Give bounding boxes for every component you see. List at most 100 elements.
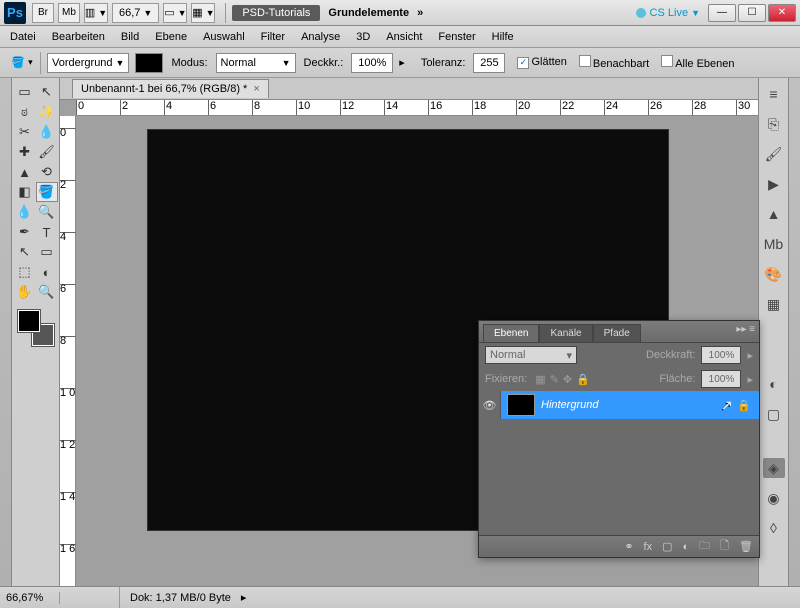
foreground-dropdown[interactable]: Vordergrund▼ — [47, 53, 129, 73]
menu-bild[interactable]: Bild — [121, 31, 139, 43]
3d-cam-tool[interactable]: ◐ — [36, 262, 58, 282]
layer-lock-icon[interactable]: 🔒 — [737, 399, 751, 412]
shape-tool[interactable]: ▭ — [36, 242, 58, 262]
opacity-slider-icon[interactable]: ▸ — [747, 349, 753, 362]
layers-panel-icon[interactable]: ◈ — [763, 458, 785, 478]
history-panel-icon[interactable]: ≡ — [763, 84, 785, 104]
layer-name[interactable]: Hintergrund — [541, 399, 725, 411]
wand-tool[interactable]: ✨ — [36, 102, 58, 122]
layer-opacity-field[interactable]: 100% — [701, 346, 741, 364]
menu-ansicht[interactable]: Ansicht — [386, 31, 422, 43]
lock-buttons[interactable]: ▦✎✥🔒 — [533, 373, 592, 386]
tolerance-field[interactable]: 255 — [473, 53, 505, 73]
play-panel-icon[interactable]: ▶ — [763, 174, 785, 194]
masks-panel-icon[interactable]: ▢ — [763, 404, 785, 424]
ruler-horizontal[interactable]: 024681012141618202224262830 — [76, 100, 758, 116]
workspace-more-icon[interactable]: » — [417, 7, 423, 19]
zoom-tool[interactable]: 🔍 — [36, 282, 58, 302]
tab-ebenen[interactable]: Ebenen — [483, 324, 539, 342]
fill-color-swatch[interactable] — [135, 53, 163, 73]
history-tool[interactable]: ⟲ — [36, 162, 58, 182]
status-flyout-icon[interactable]: ▸ — [241, 591, 247, 604]
layer-row[interactable]: 👁 Hintergrund 🔒 — [479, 391, 759, 419]
alllayers-checkbox[interactable] — [661, 55, 673, 67]
document-tab[interactable]: Unbenannt-1 bei 66,7% (RGB/8) *× — [72, 79, 269, 98]
menu-ebene[interactable]: Ebene — [155, 31, 187, 43]
stamp-tool[interactable]: ▲ — [14, 162, 36, 182]
fill-slider-icon[interactable]: ▸ — [747, 373, 753, 386]
move-tool2[interactable]: ↖ — [36, 82, 58, 102]
workspace-badge[interactable]: PSD-Tutorials — [232, 5, 320, 21]
minimize-button[interactable]: — — [708, 4, 736, 22]
zoom-field[interactable]: 66,7▼ — [112, 3, 159, 23]
panel-menu-icon[interactable]: ▸▸ ≡ — [736, 324, 755, 335]
left-rail[interactable] — [0, 78, 12, 586]
brush-tool[interactable]: 🖌 — [36, 142, 58, 162]
paths-panel-icon[interactable]: ◊ — [763, 518, 785, 538]
minibridge-button[interactable]: Mb — [58, 3, 80, 23]
ruler-vertical[interactable]: 024681 01 21 41 6 — [60, 116, 76, 586]
mb-panel-icon[interactable]: Mb — [763, 234, 785, 254]
workspace-preset[interactable]: Grundelemente — [328, 7, 409, 19]
bridge-button[interactable]: Br — [32, 3, 54, 23]
menu-hilfe[interactable]: Hilfe — [492, 31, 514, 43]
color-swatches[interactable] — [18, 310, 54, 346]
status-doc-size[interactable]: Dok: 1,37 MB/0 Byte — [120, 592, 241, 604]
opacity-flyout-icon[interactable]: ▸ — [399, 56, 405, 69]
bucket-tool[interactable]: 🪣 — [36, 182, 58, 202]
menu-fenster[interactable]: Fenster — [438, 31, 475, 43]
cs-live-button[interactable]: CS Live▼ — [636, 7, 700, 19]
link-layers-icon[interactable]: ⚭ — [624, 540, 633, 553]
status-zoom[interactable]: 66,67% — [0, 592, 60, 604]
close-button[interactable]: ✕ — [768, 4, 796, 22]
dodge-tool[interactable]: 🔍 — [36, 202, 58, 222]
menu-filter[interactable]: Filter — [261, 31, 285, 43]
menu-datei[interactable]: Datei — [10, 31, 36, 43]
layer-mask-icon[interactable]: ▢ — [662, 540, 672, 553]
color-panel-icon[interactable]: 🎨 — [763, 264, 785, 284]
adjustments-panel-icon[interactable]: ◐ — [763, 374, 785, 394]
channels-panel-icon[interactable]: ◉ — [763, 488, 785, 508]
maximize-button[interactable]: ☐ — [738, 4, 766, 22]
layer-style-icon[interactable]: fx — [644, 541, 653, 553]
right-rail[interactable] — [788, 78, 800, 586]
pen-tool[interactable]: ✒ — [14, 222, 36, 242]
healing-tool[interactable]: ✚ — [14, 142, 36, 162]
new-layer-icon[interactable]: 🗋 — [720, 537, 729, 556]
hand-tool[interactable]: ✋ — [14, 282, 36, 302]
menu-3d[interactable]: 3D — [356, 31, 370, 43]
move-tool[interactable]: ▭ — [14, 82, 36, 102]
blur-tool[interactable]: 💧 — [14, 202, 36, 222]
eraser-tool[interactable]: ◧ — [14, 182, 36, 202]
close-tab-icon[interactable]: × — [253, 83, 259, 95]
menu-analyse[interactable]: Analyse — [301, 31, 340, 43]
screen-mode-button[interactable]: ▭▼ — [163, 3, 187, 23]
crop-tool[interactable]: ✂ — [14, 122, 36, 142]
eyedropper-tool[interactable]: 💧 — [36, 122, 58, 142]
swatches-panel-icon[interactable]: ▦ — [763, 294, 785, 314]
tab-pfade[interactable]: Pfade — [593, 324, 641, 342]
bucket-tool-icon[interactable]: 🪣▾ — [10, 53, 34, 73]
menu-bearbeiten[interactable]: Bearbeiten — [52, 31, 105, 43]
tab-kanale[interactable]: Kanäle — [539, 324, 592, 342]
antialias-checkbox[interactable]: ✓ — [517, 57, 529, 69]
blend-mode-dropdown[interactable]: Normal▾ — [485, 346, 577, 364]
layer-thumbnail[interactable] — [507, 394, 535, 416]
3d-tool[interactable]: ⬚ — [14, 262, 36, 282]
layer-fill-field[interactable]: 100% — [701, 370, 741, 388]
path-tool[interactable]: ↖ — [14, 242, 36, 262]
menu-auswahl[interactable]: Auswahl — [203, 31, 245, 43]
layer-visibility-icon[interactable]: 👁 — [479, 391, 501, 419]
contiguous-checkbox[interactable] — [579, 55, 591, 67]
brush-panel-icon[interactable]: 🖌 — [763, 144, 785, 164]
opacity-field[interactable]: 100% — [351, 53, 393, 73]
clone-panel-icon[interactable]: ▲ — [763, 204, 785, 224]
adjustment-layer-icon[interactable]: ◐ — [683, 541, 690, 553]
lasso-tool[interactable]: ಠ — [14, 102, 36, 122]
arrange-docs-button[interactable]: ▥▼ — [84, 3, 108, 23]
type-tool[interactable]: T — [36, 222, 58, 242]
extras-button[interactable]: ▦▼ — [191, 3, 215, 23]
layer-group-icon[interactable]: 🗀 — [699, 537, 710, 556]
delete-layer-icon[interactable]: 🗑 — [739, 540, 753, 553]
actions-panel-icon[interactable]: ⎘ — [763, 114, 785, 134]
